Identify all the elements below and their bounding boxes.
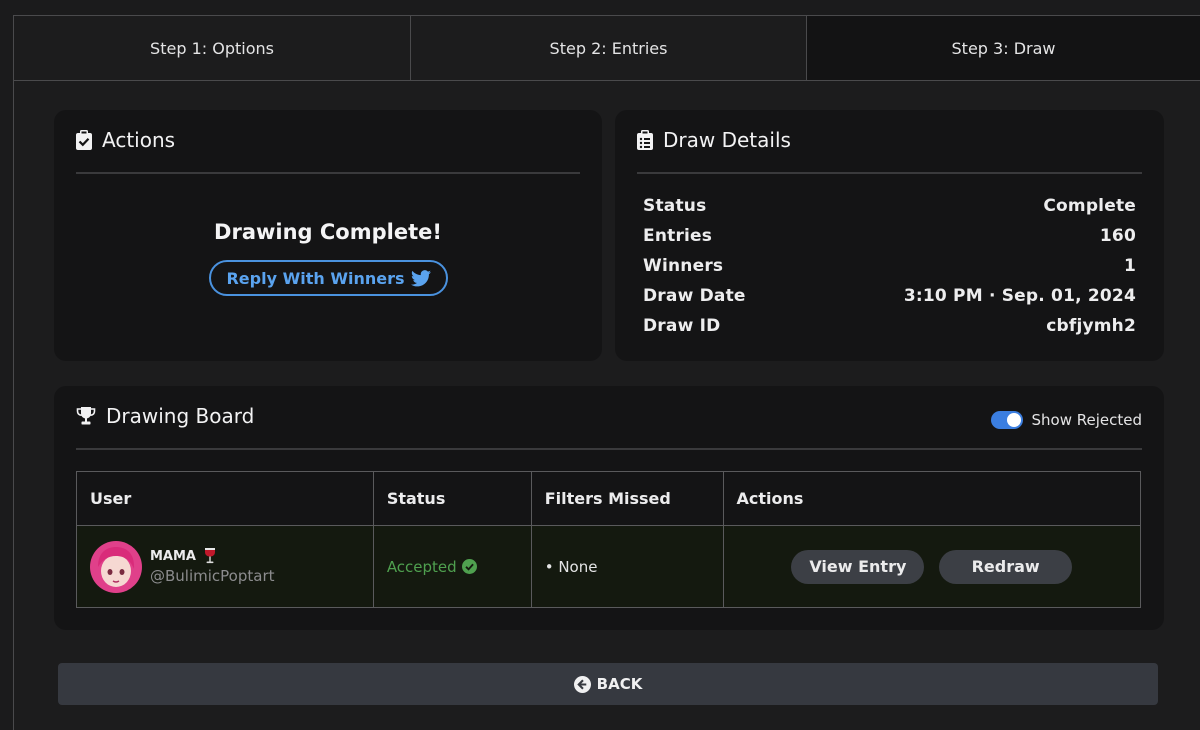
detail-value: 160 [1099, 226, 1136, 246]
detail-value: 1 [1123, 256, 1136, 276]
step-tabs: Step 1: Options Step 2: Entries Step 3: … [14, 16, 1200, 81]
reply-button-label: Reply With Winners [226, 268, 405, 288]
drawing-complete-message: Drawing Complete! [214, 220, 442, 244]
detail-label: Winners [643, 256, 724, 276]
divider [76, 448, 1142, 450]
actions-cell: View Entry Redraw [722, 525, 1141, 608]
redraw-button[interactable]: Redraw [939, 549, 1073, 584]
column-header-actions: Actions [722, 471, 1141, 526]
detail-row-entries: Entries 160 [643, 226, 1136, 246]
toggle-switch[interactable] [990, 411, 1023, 429]
avatar[interactable] [90, 540, 142, 593]
tab-step-options[interactable]: Step 1: Options [14, 16, 410, 80]
detail-label: Status [643, 196, 707, 216]
wine-glass-icon [205, 548, 215, 564]
detail-row-status: Status Complete [643, 196, 1136, 216]
detail-row-winners: Winners 1 [643, 256, 1136, 276]
user-name-text: MAMA [150, 548, 196, 564]
divider [76, 172, 580, 174]
status-text: Accepted [386, 557, 457, 576]
show-rejected-toggle[interactable]: Show Rejected [990, 411, 1143, 429]
wizard-frame: Step 1: Options Step 2: Entries Step 3: … [13, 15, 1200, 730]
table-header-row: User Status Filters Missed Actions [76, 471, 1141, 526]
column-header-filters-missed: Filters Missed [530, 471, 724, 526]
status-cell: Accepted [372, 525, 532, 608]
twitter-bird-icon [410, 269, 431, 286]
user-display-name: MAMA [150, 548, 275, 564]
arrow-circle-left-icon [573, 675, 591, 693]
drawing-board-title: Drawing Board [106, 404, 255, 428]
column-header-user: User [76, 471, 374, 526]
clipboard-check-icon [76, 130, 92, 150]
draw-details-title: Draw Details [663, 128, 791, 152]
tab-step-draw[interactable]: Step 3: Draw [806, 16, 1200, 80]
check-circle-icon [461, 559, 477, 574]
detail-row-draw-id: Draw ID cbfjymh2 [643, 316, 1136, 336]
drawing-board-header: Drawing Board [76, 404, 254, 428]
avatar-image [90, 540, 142, 593]
column-header-status: Status [372, 471, 532, 526]
clipboard-list-icon [637, 130, 653, 150]
detail-value: cbfjymh2 [1046, 316, 1136, 336]
back-button[interactable]: BACK [58, 663, 1158, 705]
detail-label: Draw ID [643, 316, 721, 336]
detail-label: Entries [643, 226, 713, 246]
actions-card-header: Actions [76, 128, 175, 152]
toggle-knob [1006, 413, 1021, 427]
reply-with-winners-button[interactable]: Reply With Winners [209, 260, 448, 296]
detail-value: Complete [1043, 196, 1136, 216]
draw-details-header: Draw Details [637, 128, 791, 152]
detail-row-draw-date: Draw Date 3:10 PM · Sep. 01, 2024 [643, 286, 1136, 306]
divider [637, 172, 1142, 174]
detail-value: 3:10 PM · Sep. 01, 2024 [903, 286, 1136, 306]
draw-details-card: Draw Details Status Complete Entries 160… [615, 110, 1164, 361]
table-row: MAMA @BulimicPoptart Accepted • None Vie… [76, 525, 1141, 608]
user-cell: MAMA @BulimicPoptart [76, 525, 374, 608]
back-button-label: BACK [596, 675, 643, 693]
trophy-icon [76, 407, 96, 425]
status-badge: Accepted [387, 558, 518, 576]
actions-title: Actions [102, 128, 176, 152]
tab-step-entries[interactable]: Step 2: Entries [410, 16, 806, 80]
actions-card: Actions Drawing Complete! Reply With Win… [54, 110, 602, 361]
view-entry-button[interactable]: View Entry [791, 549, 925, 584]
user-handle[interactable]: @BulimicPoptart [150, 567, 275, 585]
drawing-board-table: User Status Filters Missed Actions MAMA … [76, 471, 1141, 608]
show-rejected-label: Show Rejected [1031, 411, 1143, 429]
detail-label: Draw Date [643, 286, 746, 306]
drawing-board-card: Drawing Board Show Rejected User Status … [54, 386, 1164, 630]
filters-missed-cell: • None [530, 525, 724, 608]
